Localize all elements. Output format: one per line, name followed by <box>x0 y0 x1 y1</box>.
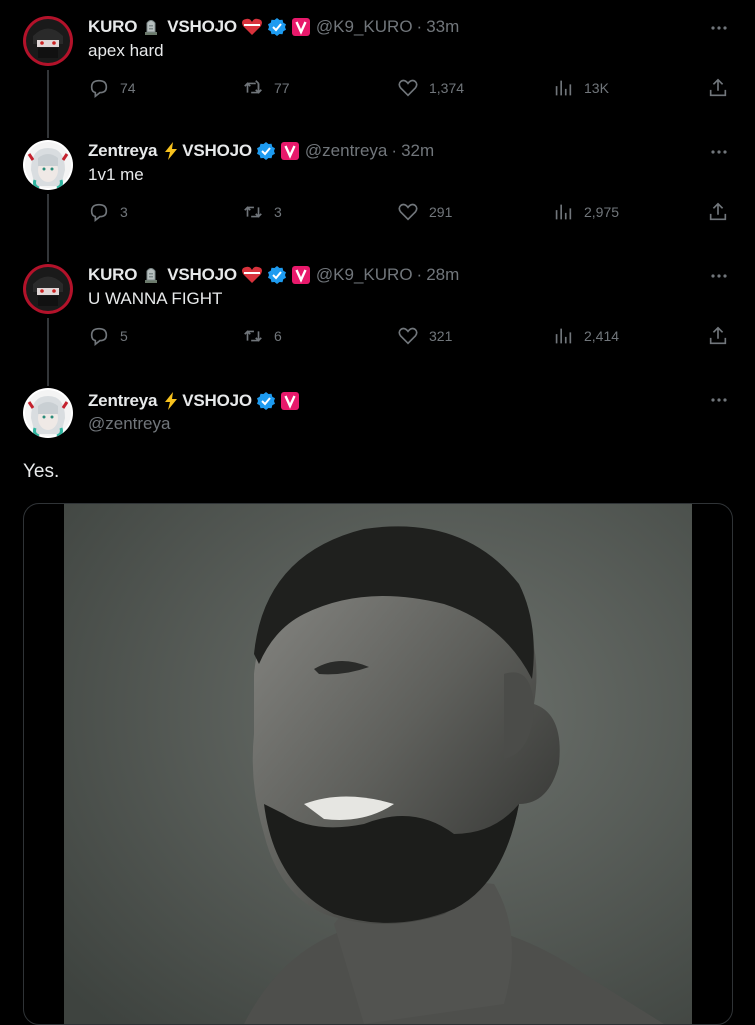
vshojo-badge-icon <box>291 17 311 37</box>
views-icon <box>555 204 572 220</box>
tweet[interactable]: Zentreya VSHOJO @zentreya · 32m 1v1 me 3… <box>0 140 755 264</box>
share-button[interactable] <box>707 324 729 348</box>
tweet-header: Zentreya VSHOJO @zentreya · 32m <box>88 140 434 162</box>
like-button[interactable]: 291 <box>397 200 452 224</box>
views-icon <box>555 80 572 96</box>
like-icon <box>398 327 418 345</box>
action-bar: 5 6 321 2,414 <box>88 324 730 348</box>
brand-name: VSHOJO <box>167 265 237 284</box>
share-button[interactable] <box>707 200 729 224</box>
handle[interactable]: @K9_KURO <box>316 16 413 38</box>
brand-name: VSHOJO <box>182 141 252 160</box>
views-button[interactable]: 13K <box>552 76 609 100</box>
verified-icon <box>267 17 287 37</box>
views-count: 13K <box>584 80 609 96</box>
like-button[interactable]: 321 <box>397 324 452 348</box>
display-name[interactable]: KURO <box>88 264 137 286</box>
separator: · <box>416 265 423 284</box>
views-count: 2,414 <box>584 328 620 344</box>
repost-button[interactable]: 3 <box>242 200 282 224</box>
vshojo-badge-icon <box>280 141 300 161</box>
action-bar: 74 77 1,374 13K <box>88 76 730 100</box>
tweet-header: KURO VSHOJO @K9_KURO · 33m <box>88 16 459 38</box>
vshojo-badge-icon <box>291 265 311 285</box>
tweet-header: KURO VSHOJO @K9_KURO · 28m <box>88 264 459 286</box>
share-icon <box>709 202 727 221</box>
tombstone-icon <box>141 265 161 285</box>
separator: · <box>416 17 423 36</box>
brand-name: VSHOJO <box>182 391 252 410</box>
like-count: 1,374 <box>429 80 465 96</box>
reply-icon <box>90 79 108 98</box>
timestamp[interactable]: 33m <box>426 16 459 38</box>
action-bar: 3 3 291 2,975 <box>88 200 730 224</box>
reply-button[interactable]: 74 <box>88 76 136 100</box>
repost-icon <box>244 80 262 94</box>
tweet-header: Zentreya VSHOJO <box>88 390 300 412</box>
timestamp[interactable]: 28m <box>426 264 459 286</box>
repost-count: 3 <box>274 204 282 220</box>
reply-icon <box>90 327 108 346</box>
portrait-image <box>64 504 692 1024</box>
heart-emoji-icon <box>241 265 263 285</box>
handle[interactable]: @zentreya <box>305 140 387 162</box>
views-button[interactable]: 2,414 <box>552 324 619 348</box>
display-name[interactable]: Zentreya <box>88 140 157 162</box>
reply-count: 3 <box>120 204 128 220</box>
reply-count: 74 <box>120 80 136 96</box>
handle[interactable]: @K9_KURO <box>316 264 413 286</box>
display-name[interactable]: KURO <box>88 16 137 38</box>
like-icon <box>398 79 418 97</box>
timestamp[interactable]: 32m <box>401 140 434 162</box>
views-button[interactable]: 2,975 <box>552 200 619 224</box>
heart-emoji-icon <box>241 17 263 37</box>
lightning-icon <box>161 391 181 411</box>
more-icon[interactable] <box>709 266 729 286</box>
more-icon[interactable] <box>709 18 729 38</box>
tweet-text: U WANNA FIGHT <box>88 289 223 308</box>
reply-icon <box>90 203 108 222</box>
repost-icon <box>244 330 262 342</box>
repost-count: 77 <box>274 80 290 96</box>
avatar[interactable] <box>23 16 73 66</box>
more-icon[interactable] <box>709 390 729 410</box>
tweet[interactable]: KURO VSHOJO @K9_KURO · 33m apex hard 74 … <box>0 16 755 140</box>
verified-icon <box>267 265 287 285</box>
verified-icon <box>256 391 276 411</box>
share-icon <box>709 326 727 345</box>
like-count: 291 <box>429 204 453 220</box>
tweet-text: apex hard <box>88 41 164 60</box>
reply-button[interactable]: 5 <box>88 324 128 348</box>
brand-name: VSHOJO <box>167 17 237 36</box>
views-icon <box>555 328 572 344</box>
display-name[interactable]: Zentreya <box>88 390 157 412</box>
more-icon[interactable] <box>709 142 729 162</box>
tweet-text: 1v1 me <box>88 165 144 184</box>
repost-icon <box>244 206 262 218</box>
avatar[interactable] <box>23 140 73 190</box>
handle[interactable]: @zentreya <box>88 414 170 434</box>
main-tweet-text: Yes. <box>23 461 60 482</box>
tweet[interactable]: KURO VSHOJO @K9_KURO · 28m U WANNA FIGHT… <box>0 264 755 388</box>
share-icon <box>709 78 727 97</box>
repost-count: 6 <box>274 328 282 344</box>
repost-button[interactable]: 6 <box>242 324 282 348</box>
avatar[interactable] <box>23 388 73 438</box>
reply-button[interactable]: 3 <box>88 200 128 224</box>
repost-button[interactable]: 77 <box>242 76 290 100</box>
verified-icon <box>256 141 276 161</box>
like-icon <box>398 203 418 221</box>
tombstone-icon <box>141 17 161 37</box>
lightning-icon <box>161 141 181 161</box>
media-image[interactable] <box>23 503 733 1025</box>
reply-count: 5 <box>120 328 128 344</box>
like-count: 321 <box>429 328 453 344</box>
avatar[interactable] <box>23 264 73 314</box>
vshojo-badge-icon <box>280 391 300 411</box>
views-count: 2,975 <box>584 204 620 220</box>
separator: · <box>391 141 398 160</box>
like-button[interactable]: 1,374 <box>397 76 464 100</box>
share-button[interactable] <box>707 76 729 100</box>
